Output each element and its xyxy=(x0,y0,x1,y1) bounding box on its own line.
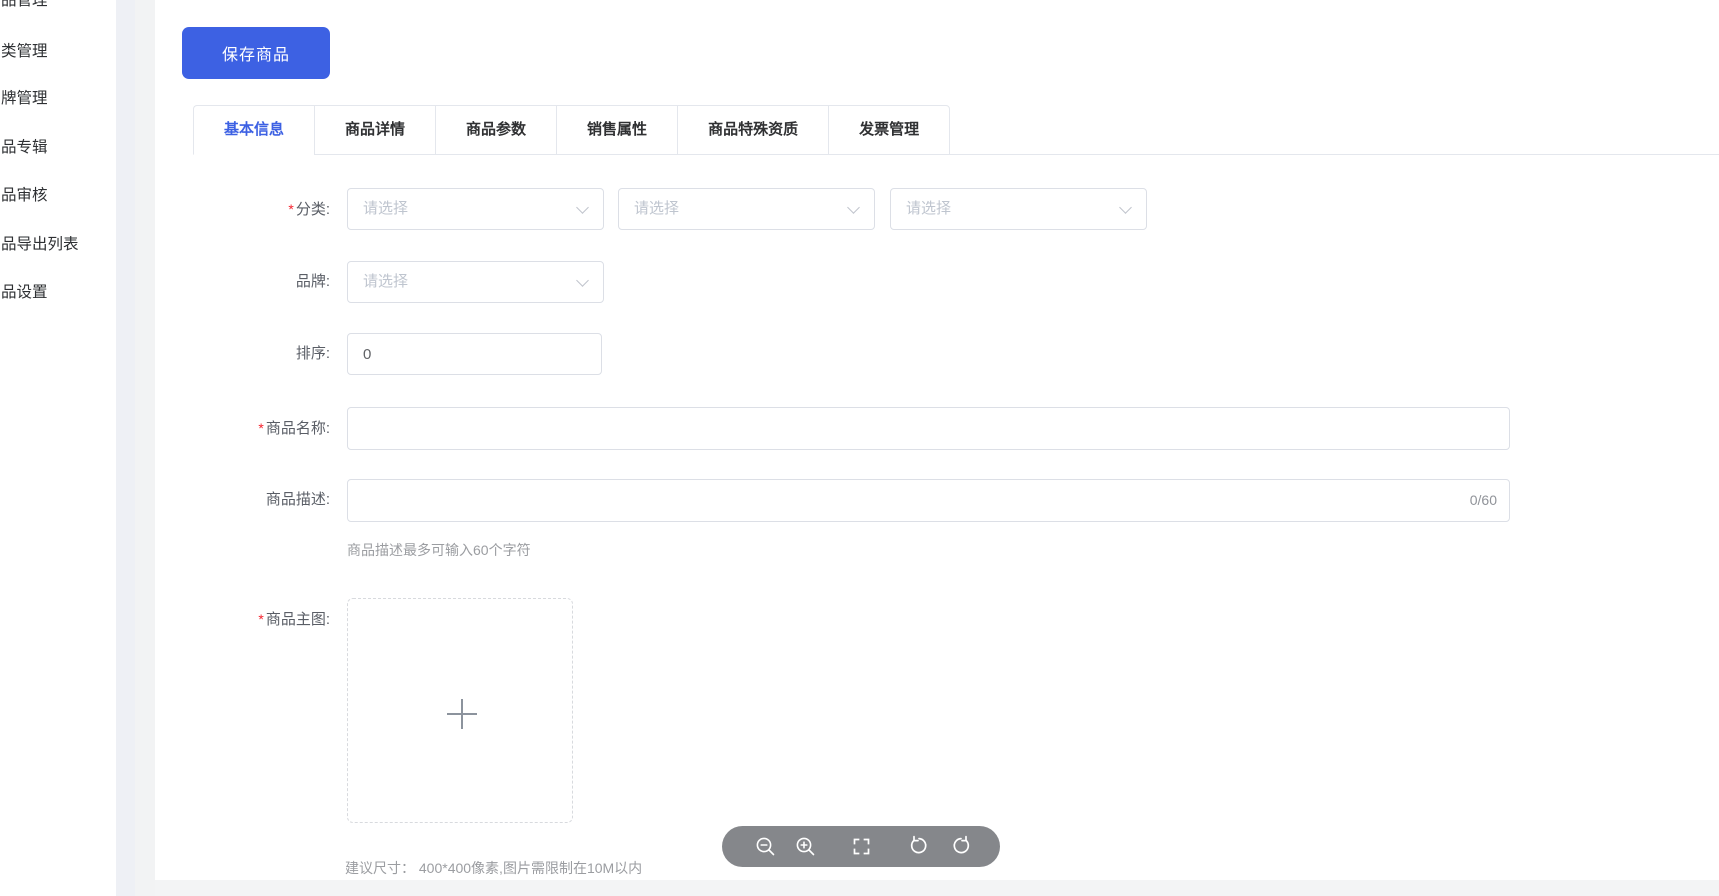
sidebar-item[interactable]: 品导出列表 xyxy=(1,234,79,255)
page-background-strip xyxy=(155,880,1719,896)
brand-select[interactable]: 请选择 xyxy=(347,261,604,303)
fullscreen-icon[interactable] xyxy=(850,835,873,858)
tab-product-params[interactable]: 商品参数 xyxy=(435,105,556,155)
upload-hint: 建议尺寸： 400*400像素,图片需限制在10M以内 xyxy=(345,858,642,878)
category-select-level3[interactable]: 请选择 xyxy=(890,188,1147,230)
sort-field xyxy=(347,333,602,375)
chevron-down-icon xyxy=(847,201,860,214)
required-asterisk: * xyxy=(258,611,263,627)
product-edit-page: 品管理 类管理 牌管理 品专辑 品审核 品导出列表 品设置 保存商品 基本信息 … xyxy=(0,0,1719,896)
sidebar: 品管理 类管理 牌管理 品专辑 品审核 品导出列表 品设置 xyxy=(0,0,116,896)
tab-basic-info[interactable]: 基本信息 xyxy=(193,105,314,155)
zoom-out-icon[interactable] xyxy=(754,835,777,858)
sort-input[interactable] xyxy=(347,333,602,375)
required-asterisk: * xyxy=(258,420,263,436)
sidebar-item[interactable]: 品专辑 xyxy=(1,137,48,158)
desc-hint: 商品描述最多可输入60个字符 xyxy=(347,540,531,560)
required-asterisk: * xyxy=(288,201,293,217)
product-desc-label: *商品描述: xyxy=(170,479,330,521)
sort-label: *排序: xyxy=(170,333,330,375)
product-name-field xyxy=(347,407,1510,450)
product-name-label: *商品名称: xyxy=(170,407,330,449)
main-image-upload[interactable] xyxy=(347,598,573,823)
tab-bar: 基本信息 商品详情 商品参数 销售属性 商品特殊资质 发票管理 xyxy=(193,105,950,155)
brand-label: *品牌: xyxy=(170,261,330,303)
sidebar-item[interactable]: 品设置 xyxy=(1,282,48,303)
product-desc-input[interactable] xyxy=(347,479,1510,522)
tab-special-quals[interactable]: 商品特殊资质 xyxy=(677,105,828,155)
tab-product-detail[interactable]: 商品详情 xyxy=(314,105,435,155)
sidebar-item[interactable]: 品审核 xyxy=(1,185,48,206)
category-select-level1[interactable]: 请选择 xyxy=(347,188,604,230)
category-select-level2[interactable]: 请选择 xyxy=(618,188,875,230)
image-viewer-toolbar xyxy=(722,826,1000,867)
content-gap xyxy=(135,0,155,896)
save-product-button[interactable]: 保存商品 xyxy=(182,27,330,79)
product-name-input[interactable] xyxy=(347,407,1510,450)
chevron-down-icon xyxy=(576,201,589,214)
tab-invoice-mgmt[interactable]: 发票管理 xyxy=(828,105,950,155)
category-label: *分类: xyxy=(170,188,330,230)
zoom-in-icon[interactable] xyxy=(794,835,817,858)
rotate-left-icon[interactable] xyxy=(907,835,930,858)
rotate-right-icon[interactable] xyxy=(950,835,973,858)
chevron-down-icon xyxy=(576,274,589,287)
tab-sale-attrs[interactable]: 销售属性 xyxy=(556,105,677,155)
sidebar-item[interactable]: 牌管理 xyxy=(1,88,48,109)
sidebar-gap xyxy=(116,0,135,896)
plus-icon xyxy=(447,699,477,729)
sidebar-item[interactable]: 类管理 xyxy=(1,41,48,62)
chevron-down-icon xyxy=(1119,201,1132,214)
product-desc-field: 0/60 xyxy=(347,479,1510,522)
char-counter: 0/60 xyxy=(1470,479,1497,522)
main-image-label: *商品主图: xyxy=(170,598,330,640)
sidebar-item[interactable]: 品管理 xyxy=(1,0,48,11)
